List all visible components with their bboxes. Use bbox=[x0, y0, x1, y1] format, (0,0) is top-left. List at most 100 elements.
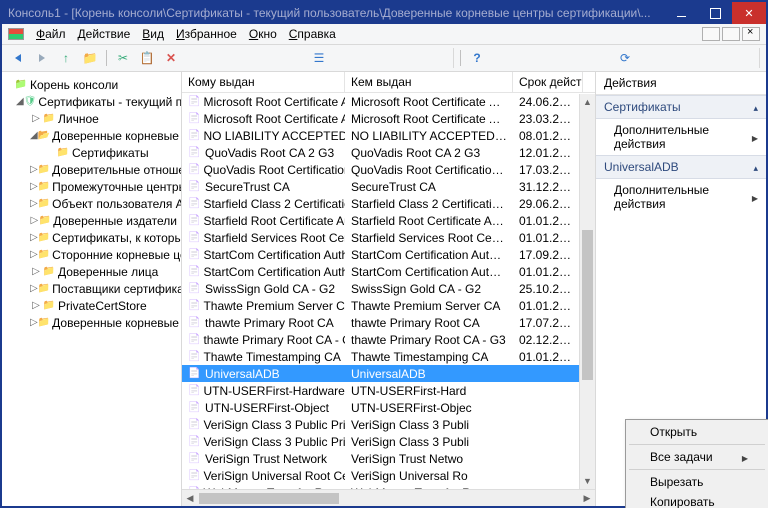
list-row[interactable]: thawte Primary Root CAthawte Primary Roo… bbox=[182, 314, 595, 331]
actions-header: Действия bbox=[596, 72, 766, 95]
list-row[interactable]: UTN-USERFirst-ObjectUTN-USERFirst-Objec bbox=[182, 399, 595, 416]
list-row[interactable]: VeriSign Class 3 Public Primary ...VeriS… bbox=[182, 433, 595, 450]
tree-node-2[interactable]: ▷Доверительные отношен bbox=[2, 161, 181, 178]
list-row[interactable]: SwissSign Gold CA - G2SwissSign Gold CA … bbox=[182, 280, 595, 297]
list-row[interactable]: StartCom Certification Authorit...StartC… bbox=[182, 263, 595, 280]
tree-node-3[interactable]: ▷Промежуточные центры bbox=[2, 178, 181, 195]
refresh-button[interactable]: ⟳ bbox=[491, 48, 760, 68]
actions-section-certs[interactable]: Сертификаты bbox=[596, 95, 766, 119]
certificate-icon bbox=[188, 130, 200, 141]
scroll-up-button[interactable]: ▲ bbox=[580, 94, 595, 110]
maximize-button[interactable] bbox=[698, 2, 732, 24]
certificate-icon bbox=[188, 470, 200, 481]
scroll-down-button[interactable]: ▼ bbox=[580, 473, 595, 489]
show-tree-button[interactable] bbox=[80, 48, 100, 68]
ctx-all-tasks[interactable]: Все задачи bbox=[628, 447, 766, 467]
certificate-list: Кому выдан Кем выдан Срок действия Micro… bbox=[182, 72, 596, 506]
certificate-icon bbox=[188, 368, 202, 379]
list-row[interactable]: Starfield Root Certificate Auth...Starfi… bbox=[182, 212, 595, 229]
list-row[interactable]: NO LIABILITY ACCEPTED, (c)97 ...NO LIABI… bbox=[182, 127, 595, 144]
list-row[interactable]: UTN-USERFirst-HardwareUTN-USERFirst-Hard bbox=[182, 382, 595, 399]
minimize-button[interactable] bbox=[664, 2, 698, 24]
separator bbox=[458, 48, 463, 68]
mdi-minimize[interactable] bbox=[702, 27, 720, 41]
scroll-right-button[interactable]: ▶ bbox=[579, 493, 595, 504]
nav-forward-button[interactable] bbox=[32, 48, 52, 68]
tree-node-5[interactable]: ▷Доверенные издатели bbox=[2, 212, 181, 229]
tree-root[interactable]: Корень консоли bbox=[2, 76, 181, 93]
actions-section-selection[interactable]: UniversalADB bbox=[596, 155, 766, 179]
list-row[interactable]: Microsoft Root Certificate Auth...Micros… bbox=[182, 110, 595, 127]
list-row[interactable]: Starfield Class 2 Certification A...Star… bbox=[182, 195, 595, 212]
tree-node-7[interactable]: ▷Сторонние корневые цен bbox=[2, 246, 181, 263]
delete-button[interactable]: ✕ bbox=[161, 48, 181, 68]
ctx-cut[interactable]: Вырезать bbox=[628, 472, 766, 492]
certificate-icon bbox=[188, 232, 200, 243]
certificate-icon bbox=[188, 402, 202, 413]
ctx-open[interactable]: Открыть bbox=[628, 422, 766, 442]
actions-more-2[interactable]: Дополнительные действия bbox=[596, 179, 766, 215]
menu-ф[interactable]: Файл bbox=[30, 25, 72, 43]
menu-о[interactable]: Окно bbox=[243, 25, 283, 43]
collapse-arrow-icon bbox=[753, 160, 758, 174]
list-row[interactable]: UniversalADBUniversalADB bbox=[182, 365, 595, 382]
list-row[interactable]: thawte Primary Root CA - G3thawte Primar… bbox=[182, 331, 595, 348]
menu-с[interactable]: Справка bbox=[283, 25, 342, 43]
tree-node-0[interactable]: ▷Личное bbox=[2, 110, 181, 127]
horizontal-scrollbar[interactable]: ◀ ▶ bbox=[182, 489, 595, 506]
tree-cert-root[interactable]: ◢Сертификаты - текущий пол bbox=[2, 93, 181, 110]
certificate-icon bbox=[188, 385, 200, 396]
tree-node-10[interactable]: ▷PrivateCertStore bbox=[2, 297, 181, 314]
actions-more-1[interactable]: Дополнительные действия bbox=[596, 119, 766, 155]
tree-node-11[interactable]: ▷Доверенные корневые се bbox=[2, 314, 181, 331]
mmc-window: Консоль1 - [Корень консоли\Сертификаты -… bbox=[0, 0, 768, 508]
hscroll-thumb[interactable] bbox=[199, 493, 339, 504]
scroll-thumb[interactable] bbox=[582, 230, 593, 380]
list-row[interactable]: StartCom Certification AuthorityStartCom… bbox=[182, 246, 595, 263]
menu-д[interactable]: Действие bbox=[72, 25, 137, 43]
list-row[interactable]: Starfield Services Root Certific...Starf… bbox=[182, 229, 595, 246]
mdi-close[interactable] bbox=[742, 27, 760, 41]
col-expires[interactable]: Срок действия bbox=[513, 72, 583, 92]
vertical-scrollbar[interactable]: ▲ ▼ bbox=[579, 94, 595, 489]
list-row[interactable]: VeriSign Trust NetworkVeriSign Trust Net… bbox=[182, 450, 595, 467]
list-row[interactable]: VeriSign Class 3 Public Primary ...VeriS… bbox=[182, 416, 595, 433]
nav-tree[interactable]: Корень консоли◢Сертификаты - текущий пол… bbox=[2, 72, 182, 506]
list-row[interactable]: QuoVadis Root CA 2 G3QuoVadis Root CA 2 … bbox=[182, 144, 595, 161]
scroll-left-button[interactable]: ◀ bbox=[182, 493, 198, 504]
nav-up-button[interactable] bbox=[56, 48, 76, 68]
cut-button[interactable]: ✂ bbox=[113, 48, 133, 68]
list-row[interactable]: SecureTrust CASecureTrust CA31.12.2029 bbox=[182, 178, 595, 195]
list-row[interactable]: VeriSign Universal Root Certific...VeriS… bbox=[182, 467, 595, 484]
nav-back-button[interactable] bbox=[8, 48, 28, 68]
list-row[interactable]: Thawte Premium Server CAThawte Premium S… bbox=[182, 297, 595, 314]
submenu-arrow-icon bbox=[752, 130, 758, 144]
certificate-icon bbox=[188, 436, 200, 447]
properties-button[interactable]: ☰ bbox=[185, 48, 454, 68]
tree-node-6[interactable]: ▷Сертификаты, к которым bbox=[2, 229, 181, 246]
tree-node-1[interactable]: ◢Доверенные корневые це bbox=[2, 127, 181, 144]
submenu-arrow-icon bbox=[752, 190, 758, 204]
certificate-icon bbox=[188, 113, 200, 124]
tree-node-8[interactable]: ▷Доверенные лица bbox=[2, 263, 181, 280]
list-rows[interactable]: Microsoft Root Certificate Auth...Micros… bbox=[182, 93, 595, 489]
help-button[interactable]: ? bbox=[467, 48, 487, 68]
tree-cert-leaf[interactable]: Сертификаты bbox=[2, 144, 181, 161]
certificate-icon bbox=[188, 147, 202, 158]
close-button[interactable] bbox=[732, 2, 766, 24]
menu-в[interactable]: Вид bbox=[136, 25, 170, 43]
list-row[interactable]: Microsoft Root Certificate Auth...Micros… bbox=[182, 93, 595, 110]
tree-node-4[interactable]: ▷Объект пользователя Act bbox=[2, 195, 181, 212]
mdi-restore[interactable] bbox=[722, 27, 740, 41]
menu-и[interactable]: Избранное bbox=[170, 25, 243, 43]
list-row[interactable]: QuoVadis Root Certification Au...QuoVadi… bbox=[182, 161, 595, 178]
tree-node-9[interactable]: ▷Поставщики сертификато bbox=[2, 280, 181, 297]
list-row[interactable]: WebMoney Transfer Root CAWebMoney Transf… bbox=[182, 484, 595, 489]
col-subject[interactable]: Кому выдан bbox=[182, 72, 345, 92]
ctx-copy[interactable]: Копировать bbox=[628, 492, 766, 508]
certificate-icon bbox=[188, 215, 200, 226]
copy-button[interactable]: 📋 bbox=[137, 48, 157, 68]
col-issuer[interactable]: Кем выдан bbox=[345, 72, 513, 92]
list-row[interactable]: Thawte Timestamping CAThawte Timestampin… bbox=[182, 348, 595, 365]
titlebar[interactable]: Консоль1 - [Корень консоли\Сертификаты -… bbox=[2, 2, 766, 24]
